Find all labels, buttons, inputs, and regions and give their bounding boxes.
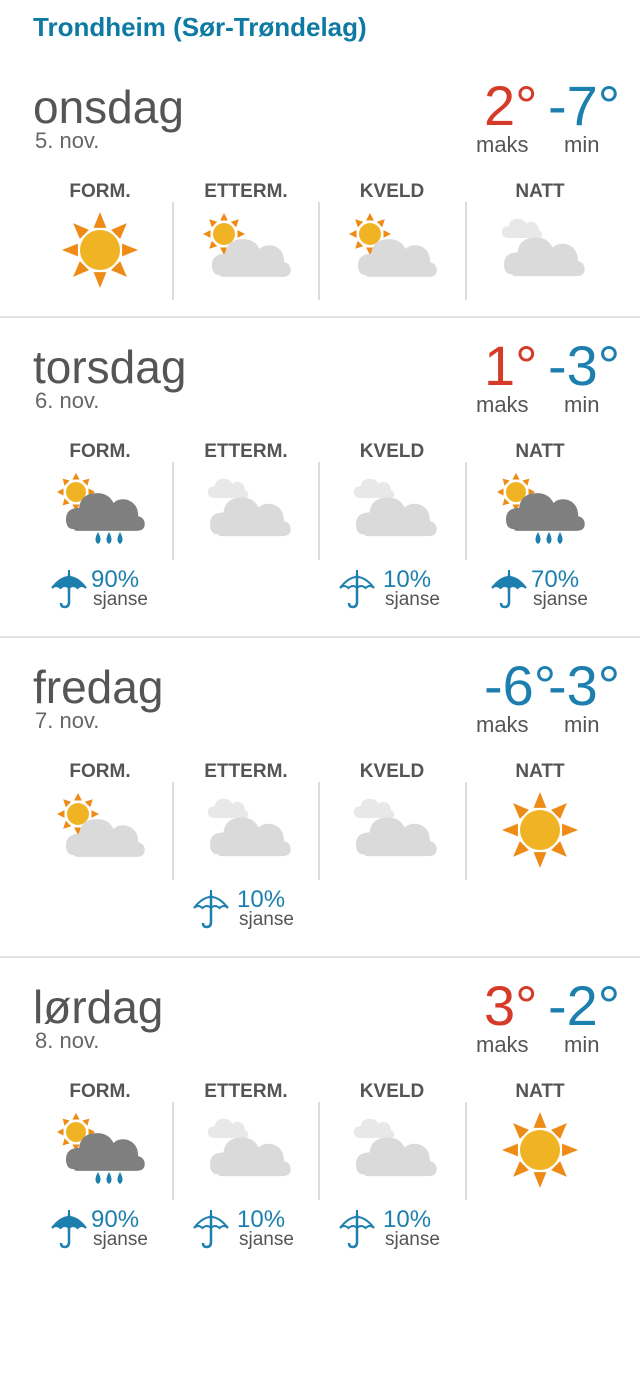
cloud-icon: [186, 1102, 306, 1202]
chance-label: sjanse: [239, 1229, 294, 1250]
period-label: NATT: [515, 181, 565, 202]
precipitation-chance: 90% sjanse: [27, 568, 173, 618]
location-title: Trondheim (Sør-Trøndelag): [33, 12, 367, 42]
min-temperature: -7°: [548, 74, 621, 137]
precipitation-chance: 10% sjanse: [319, 1208, 465, 1258]
sun-rain-icon: [480, 462, 600, 562]
precipitation-chance: 10% sjanse: [173, 888, 319, 938]
period-label: ETTERM.: [204, 441, 288, 462]
umbrella-icon: [49, 568, 89, 610]
cloud-icon: [186, 462, 306, 562]
day-date: 8. nov.: [35, 1028, 100, 1053]
period-label: NATT: [515, 1081, 565, 1102]
cloud-icon: [332, 1102, 452, 1202]
period-form: FORM. 90% sjanse: [27, 1082, 173, 1282]
precipitation-chance: 90% sjanse: [27, 1208, 173, 1258]
period-label: FORM.: [69, 761, 131, 782]
min-label: min: [564, 1032, 600, 1057]
period-etterm: ETTERM. 10% sjanse: [173, 1082, 319, 1282]
partly-cloudy-icon: [332, 202, 452, 302]
umbrella-icon: [337, 1208, 377, 1250]
day-name: torsdag: [33, 341, 187, 393]
chance-label: sjanse: [93, 1229, 148, 1250]
period-label: NATT: [515, 761, 565, 782]
min-label: min: [564, 392, 600, 417]
chance-label: sjanse: [93, 589, 148, 610]
period-label: ETTERM.: [204, 761, 288, 782]
max-label: maks: [476, 132, 529, 157]
day-forecast-lørdag: lørdag 8. nov. 3° -2° maks min FORM. 90% sjanse…: [0, 978, 640, 1304]
max-temperature: 2°: [484, 74, 538, 137]
day-date: 7. nov.: [35, 708, 100, 733]
period-label: FORM.: [69, 441, 131, 462]
period-natt: NATT: [467, 1082, 613, 1282]
day-forecast-fredag: fredag 7. nov. -6° -3° maks min FORM. ETTERM. …: [0, 658, 640, 984]
min-label: min: [564, 712, 600, 737]
cloud-icon: [332, 782, 452, 882]
period-kveld: KVELD 10% sjanse: [319, 1082, 465, 1282]
chance-label: sjanse: [385, 1229, 440, 1250]
period-kveld: KVELD: [319, 762, 465, 962]
period-label: NATT: [515, 441, 565, 462]
chance-label: sjanse: [385, 589, 440, 610]
min-label: min: [564, 132, 600, 157]
period-natt: NATT: [467, 762, 613, 962]
day-name: lørdag: [33, 981, 164, 1033]
partly-cloudy-icon: [40, 782, 160, 882]
max-label: maks: [476, 1032, 529, 1057]
sun-rain-icon: [40, 1102, 160, 1202]
max-temperature: 3°: [484, 974, 538, 1037]
period-natt: NATT 70% sjanse: [467, 442, 613, 642]
sun-icon: [40, 202, 160, 302]
period-label: ETTERM.: [204, 181, 288, 202]
period-label: FORM.: [69, 1081, 131, 1102]
umbrella-icon: [337, 568, 377, 610]
max-temperature: -6°: [484, 654, 557, 717]
day-forecast-torsdag: torsdag 6. nov. 1° -3° maks min FORM. 90% sjans…: [0, 338, 640, 664]
day-date: 6. nov.: [35, 388, 100, 413]
partly-cloudy-icon: [186, 202, 306, 302]
max-label: maks: [476, 392, 529, 417]
sun-rain-icon: [40, 462, 160, 562]
period-form: FORM. 90% sjanse: [27, 442, 173, 642]
sun-icon: [480, 1102, 600, 1202]
period-label: KVELD: [359, 441, 425, 462]
period-label: ETTERM.: [204, 1081, 288, 1102]
cloud-icon: [480, 202, 600, 302]
cloud-icon: [186, 782, 306, 882]
period-label: KVELD: [359, 181, 425, 202]
min-temperature: -3°: [548, 334, 621, 397]
period-label: KVELD: [359, 1081, 425, 1102]
max-label: maks: [476, 712, 529, 737]
precipitation-chance: 10% sjanse: [319, 568, 465, 618]
period-label: FORM.: [69, 181, 131, 202]
umbrella-icon: [489, 568, 529, 610]
period-form: FORM.: [27, 762, 173, 962]
umbrella-icon: [191, 888, 231, 930]
precipitation-chance: 10% sjanse: [173, 1208, 319, 1258]
day-date: 5. nov.: [35, 128, 100, 153]
period-label: KVELD: [359, 761, 425, 782]
min-temperature: -2°: [548, 974, 621, 1037]
day-name: onsdag: [33, 81, 184, 133]
umbrella-icon: [49, 1208, 89, 1250]
cloud-icon: [332, 462, 452, 562]
period-kveld: KVELD 10% sjanse: [319, 442, 465, 642]
chance-label: sjanse: [239, 909, 294, 930]
sun-icon: [480, 782, 600, 882]
umbrella-icon: [191, 1208, 231, 1250]
day-name: fredag: [33, 661, 164, 713]
max-temperature: 1°: [484, 334, 538, 397]
min-temperature: -3°: [548, 654, 621, 717]
chance-label: sjanse: [533, 589, 588, 610]
period-etterm: ETTERM. 10% sjanse: [173, 762, 319, 962]
period-etterm: ETTERM.: [173, 442, 319, 642]
precipitation-chance: 70% sjanse: [467, 568, 613, 618]
